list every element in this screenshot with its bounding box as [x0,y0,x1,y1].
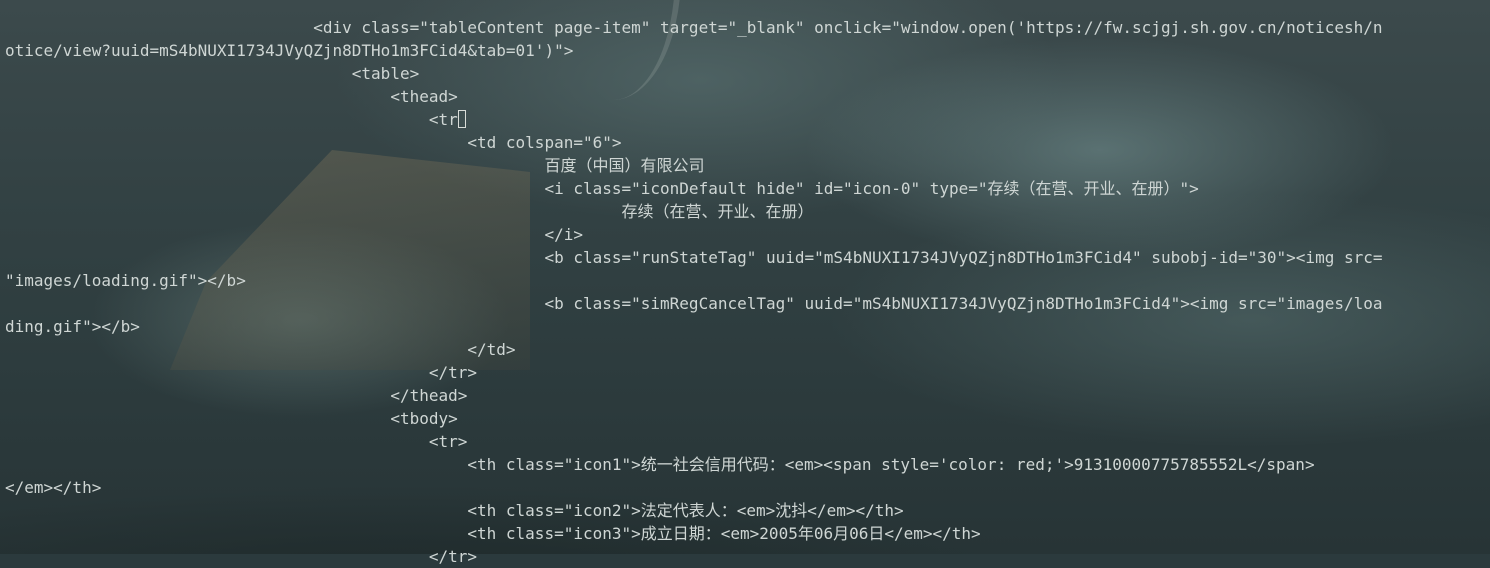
code-line[interactable]: </td> [5,338,1490,361]
code-line[interactable]: <tbody> [5,407,1490,430]
code-line[interactable]: </tr> [5,361,1490,384]
code-line[interactable]: <div class="tableContent page-item" targ… [5,16,1490,39]
code-editor[interactable]: <div class="tableContent page-item" targ… [5,16,1490,568]
code-line[interactable]: 存续（在营、开业、在册） [5,200,1490,223]
code-line[interactable]: <td colspan="6"> [5,131,1490,154]
code-line[interactable]: </thead> [5,384,1490,407]
code-line[interactable]: <th class="icon1">统一社会信用代码：<em><span sty… [5,453,1490,476]
code-line[interactable]: </em></th> [5,476,1490,499]
code-line[interactable]: ding.gif"></b> [5,315,1490,338]
code-line[interactable]: otice/view?uuid=mS4bNUXI1734JVyQZjn8DTHo… [5,39,1490,62]
code-line[interactable]: <b class="simRegCancelTag" uuid="mS4bNUX… [5,292,1490,315]
code-line[interactable]: </i> [5,223,1490,246]
code-line[interactable]: <th class="icon3">成立日期：<em>2005年06月06日</… [5,522,1490,545]
code-line[interactable]: "images/loading.gif"></b> [5,269,1490,292]
code-line[interactable]: <tr> [5,430,1490,453]
code-line[interactable]: <tr [5,108,1490,131]
code-line[interactable]: <b class="runStateTag" uuid="mS4bNUXI173… [5,246,1490,269]
code-line[interactable]: </tr> [5,545,1490,568]
code-line[interactable]: <table> [5,62,1490,85]
code-line[interactable]: <th class="icon2">法定代表人：<em>沈抖</em></th> [5,499,1490,522]
text-cursor [457,110,466,128]
code-line[interactable]: <thead> [5,85,1490,108]
code-line[interactable]: <i class="iconDefault hide" id="icon-0" … [5,177,1490,200]
code-line[interactable]: 百度（中国）有限公司 [5,154,1490,177]
